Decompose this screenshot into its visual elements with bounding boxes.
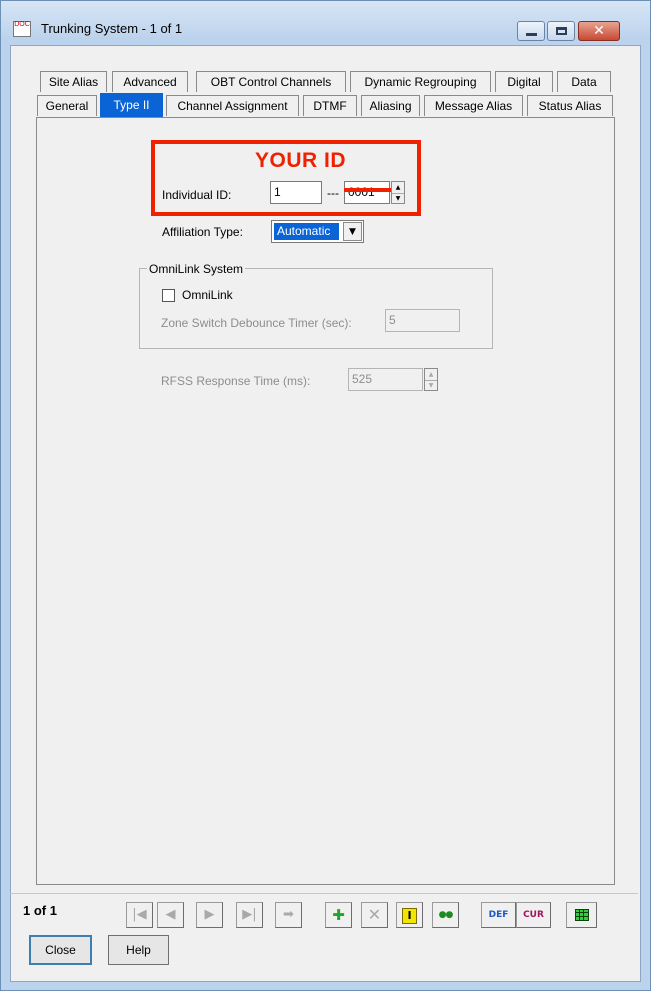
tab-type-ii[interactable]: Type II bbox=[100, 93, 163, 118]
help-button[interactable]: Help bbox=[108, 935, 169, 965]
next-record-button[interactable]: ▶ bbox=[196, 902, 223, 928]
delete-record-button[interactable]: ✕ bbox=[361, 902, 388, 928]
spin-down-icon[interactable]: ▼ bbox=[425, 380, 437, 391]
rfss-response-spinner[interactable]: ▲ ▼ bbox=[424, 368, 438, 391]
add-record-button[interactable]: ✚ bbox=[325, 902, 352, 928]
title-bar[interactable]: DOC Trunking System - 1 of 1 ✕ bbox=[1, 1, 650, 41]
tab-dynamic-regrouping[interactable]: Dynamic Regrouping bbox=[350, 71, 491, 92]
last-record-button[interactable]: ▶| bbox=[236, 902, 263, 928]
tab-data[interactable]: Data bbox=[557, 71, 611, 92]
omnilink-checkbox-label[interactable]: OmniLink bbox=[182, 288, 233, 302]
maximize-button[interactable] bbox=[547, 21, 575, 41]
tab-dtmf[interactable]: DTMF bbox=[303, 95, 357, 116]
annotation-label: YOUR ID bbox=[255, 149, 347, 172]
first-record-button[interactable]: |◀ bbox=[126, 902, 153, 928]
close-window-button[interactable]: ✕ bbox=[578, 21, 620, 41]
affiliation-type-select[interactable]: Automatic ▼ bbox=[271, 220, 364, 243]
tab-general[interactable]: General bbox=[37, 95, 97, 116]
last-record-icon: ▶| bbox=[242, 907, 257, 922]
rfss-response-time-input[interactable]: 525 bbox=[348, 368, 423, 391]
close-icon: ✕ bbox=[593, 23, 605, 39]
cur-label: CUR bbox=[523, 910, 544, 920]
individual-id-input[interactable]: 1 bbox=[270, 181, 322, 204]
grid-view-button[interactable] bbox=[566, 902, 597, 928]
minimize-icon bbox=[526, 33, 537, 36]
omnilink-group-title: OmniLink System bbox=[147, 262, 246, 276]
app-document-icon[interactable]: DOC bbox=[13, 21, 31, 37]
rfss-response-time-label: RFSS Response Time (ms): bbox=[161, 374, 311, 388]
goto-arrow-icon: ➡ bbox=[283, 907, 294, 922]
delete-icon: ✕ bbox=[367, 905, 382, 924]
grid-icon bbox=[574, 909, 589, 921]
insert-icon: I bbox=[402, 908, 417, 924]
individual-id-label: Individual ID: bbox=[162, 188, 232, 202]
close-button[interactable]: Close bbox=[29, 935, 92, 965]
cur-button[interactable]: CUR bbox=[516, 902, 551, 928]
def-button[interactable]: DEF bbox=[481, 902, 516, 928]
first-record-icon: |◀ bbox=[132, 907, 147, 922]
tab-digital[interactable]: Digital bbox=[495, 71, 553, 92]
copy-icon: ●● bbox=[438, 910, 454, 920]
insert-record-button[interactable]: I bbox=[396, 902, 423, 928]
spin-down-icon[interactable]: ▼ bbox=[392, 193, 404, 204]
tab-site-alias[interactable]: Site Alias bbox=[40, 71, 107, 92]
copy-record-button[interactable]: ●● bbox=[432, 902, 459, 928]
record-count: 1 of 1 bbox=[23, 903, 57, 918]
tab-obt-control-channels[interactable]: OBT Control Channels bbox=[196, 71, 346, 92]
app-icon-text: DOC bbox=[14, 21, 30, 28]
tab-channel-assignment[interactable]: Channel Assignment bbox=[166, 95, 299, 116]
prev-record-button[interactable]: ◀ bbox=[157, 902, 184, 928]
maximize-icon bbox=[556, 27, 567, 35]
def-label: DEF bbox=[488, 910, 509, 920]
tab-message-alias[interactable]: Message Alias bbox=[424, 95, 523, 116]
tab-status-alias[interactable]: Status Alias bbox=[527, 95, 613, 116]
annotation-strike-line bbox=[344, 188, 391, 192]
window-title: Trunking System - 1 of 1 bbox=[41, 21, 183, 36]
tab-advanced[interactable]: Advanced bbox=[112, 71, 188, 92]
footer-separator bbox=[10, 893, 638, 894]
prev-record-icon: ◀ bbox=[165, 907, 176, 922]
individual-id-spinner[interactable]: ▲ ▼ bbox=[391, 181, 405, 204]
next-record-icon: ▶ bbox=[204, 907, 215, 922]
add-icon: ✚ bbox=[332, 906, 345, 924]
zone-switch-debounce-label: Zone Switch Debounce Timer (sec): bbox=[161, 316, 352, 330]
affiliation-type-label: Affiliation Type: bbox=[162, 225, 243, 239]
omnilink-checkbox[interactable] bbox=[162, 289, 175, 302]
individual-id-suffix-input[interactable]: 0001 bbox=[344, 181, 390, 204]
goto-record-button[interactable]: ➡ bbox=[275, 902, 302, 928]
chevron-down-icon[interactable]: ▼ bbox=[343, 222, 362, 241]
minimize-button[interactable] bbox=[517, 21, 545, 41]
tab-aliasing[interactable]: Aliasing bbox=[361, 95, 420, 116]
id-separator: --- bbox=[327, 186, 339, 200]
affiliation-type-value: Automatic bbox=[274, 223, 339, 240]
zone-switch-debounce-input[interactable]: 5 bbox=[385, 309, 460, 332]
